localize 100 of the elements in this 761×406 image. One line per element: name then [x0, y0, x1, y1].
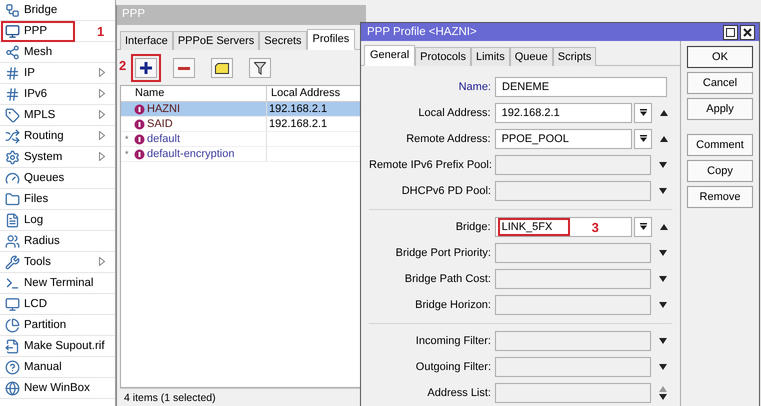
- tab[interactable]: Secrets: [259, 31, 307, 50]
- help-icon: [5, 360, 20, 374]
- shuffle-icon: [5, 128, 20, 144]
- table-row[interactable]: * default-encryption: [121, 147, 362, 162]
- wrench-icon: [5, 254, 20, 270]
- table-row[interactable]: * default: [121, 132, 362, 147]
- field-label: Remote Address:: [405, 132, 492, 144]
- table-cell: SAID: [121, 117, 267, 131]
- dropdown-button[interactable]: [634, 216, 652, 236]
- maximize-button[interactable]: [723, 24, 738, 40]
- document-icon: [5, 212, 20, 228]
- gauge-icon: [5, 170, 20, 186]
- up-arrow-icon[interactable]: [660, 110, 668, 116]
- close-button[interactable]: [740, 24, 755, 40]
- up-down-arrow-icon[interactable]: [659, 386, 667, 400]
- dropdown-button[interactable]: [634, 128, 652, 148]
- input-field[interactable]: [495, 154, 651, 174]
- input-field[interactable]: [495, 180, 651, 200]
- field-label: Address List:: [426, 386, 492, 398]
- network-icon: [5, 44, 20, 60]
- input-field[interactable]: DENEME: [495, 76, 667, 96]
- remove-button[interactable]: [173, 58, 195, 78]
- input-field[interactable]: [495, 330, 651, 350]
- up-arrow-icon[interactable]: [660, 136, 668, 142]
- table-cell: * default-encryption: [121, 147, 267, 161]
- tab[interactable]: Queue: [510, 47, 553, 66]
- profile-icon: [134, 134, 145, 144]
- annotation-number: 2: [119, 58, 126, 73]
- dialog-button[interactable]: Apply: [687, 98, 753, 120]
- dropdown-icon: [640, 223, 647, 230]
- field-label: DHCPv6 PD Pool:: [400, 184, 492, 196]
- note-icon: [215, 62, 229, 74]
- tab[interactable]: Profiles: [306, 29, 356, 50]
- field-label: Bridge Port Priority:: [394, 246, 492, 258]
- down-arrow-icon[interactable]: [659, 302, 667, 308]
- tab[interactable]: Protocols: [415, 47, 471, 66]
- dialog-button[interactable]: Remove: [687, 186, 753, 208]
- window-title: PPP: [117, 5, 366, 25]
- profile-icon: [134, 104, 145, 114]
- add-icon: [140, 62, 152, 74]
- workflow-icon: [5, 2, 20, 18]
- field-label: Name:: [458, 80, 492, 92]
- tab[interactable]: General: [364, 45, 416, 66]
- input-field[interactable]: [495, 294, 651, 314]
- down-arrow-icon[interactable]: [659, 364, 667, 370]
- dialog-button[interactable]: Copy: [687, 160, 753, 182]
- profile-icon: [134, 118, 145, 130]
- terminal-icon: [5, 276, 20, 290]
- down-arrow-icon[interactable]: [659, 162, 667, 168]
- column-header[interactable]: Name: [121, 86, 267, 101]
- input-field[interactable]: [495, 356, 651, 376]
- sidebar-item[interactable]: PPP 1: [0, 21, 115, 42]
- field-label: Bridge:: [454, 220, 492, 232]
- folder-icon: [5, 192, 20, 206]
- comment-button[interactable]: [211, 58, 233, 78]
- file-export-icon: [5, 338, 20, 354]
- close-icon: [743, 28, 752, 36]
- tab[interactable]: PPPoE Servers: [172, 31, 260, 50]
- table-row[interactable]: HAZNI 192.168.2.1: [121, 102, 362, 117]
- up-arrow-icon[interactable]: [660, 224, 668, 230]
- dropdown-button[interactable]: [634, 102, 652, 122]
- input-field[interactable]: [495, 242, 651, 262]
- field-label: Incoming Filter:: [414, 334, 492, 346]
- add-button[interactable]: [135, 58, 157, 78]
- profile-icon: [134, 148, 145, 160]
- field-label: Local Address:: [417, 106, 492, 118]
- field-label: Bridge Horizon:: [414, 298, 492, 310]
- input-field[interactable]: 192.168.2.1: [494, 102, 632, 122]
- input-field[interactable]: LINK_5FX 3: [494, 216, 632, 236]
- dialog-button[interactable]: Cancel: [687, 72, 753, 94]
- remove-icon: [178, 66, 190, 70]
- field-label: Bridge Path Cost:: [404, 272, 492, 284]
- tag-icon: [5, 108, 20, 122]
- down-arrow-icon[interactable]: [659, 276, 667, 282]
- down-arrow-icon[interactable]: [659, 338, 667, 344]
- table-row[interactable]: SAID 192.168.2.1: [121, 117, 362, 132]
- monitor-icon: [5, 296, 20, 312]
- tab[interactable]: Scripts: [552, 47, 596, 66]
- dialog-title: PPP Profile <HAZNI>: [367, 26, 477, 38]
- maximize-icon: [726, 28, 735, 36]
- hash-icon: [5, 86, 20, 102]
- pie-chart-icon: [5, 318, 20, 332]
- globe-icon: [5, 380, 20, 396]
- dialog-button[interactable]: OK: [687, 46, 753, 68]
- input-field[interactable]: PPOE_POOL: [494, 128, 632, 148]
- dropdown-icon: [640, 109, 647, 116]
- input-field[interactable]: [495, 382, 651, 402]
- tab[interactable]: Interface: [120, 31, 173, 50]
- dialog-button[interactable]: Comment: [687, 134, 753, 156]
- filter-button[interactable]: [249, 58, 271, 78]
- field-label: Outgoing Filter:: [414, 360, 492, 372]
- people-icon: [5, 234, 20, 248]
- down-arrow-icon[interactable]: [659, 250, 667, 256]
- gear-icon: [5, 150, 20, 164]
- monitor-icon: [5, 24, 20, 38]
- down-arrow-icon[interactable]: [659, 188, 667, 194]
- annotation-number: 3: [592, 220, 599, 234]
- tab[interactable]: Limits: [471, 47, 510, 66]
- dropdown-icon: [640, 135, 647, 142]
- input-field[interactable]: [495, 268, 651, 288]
